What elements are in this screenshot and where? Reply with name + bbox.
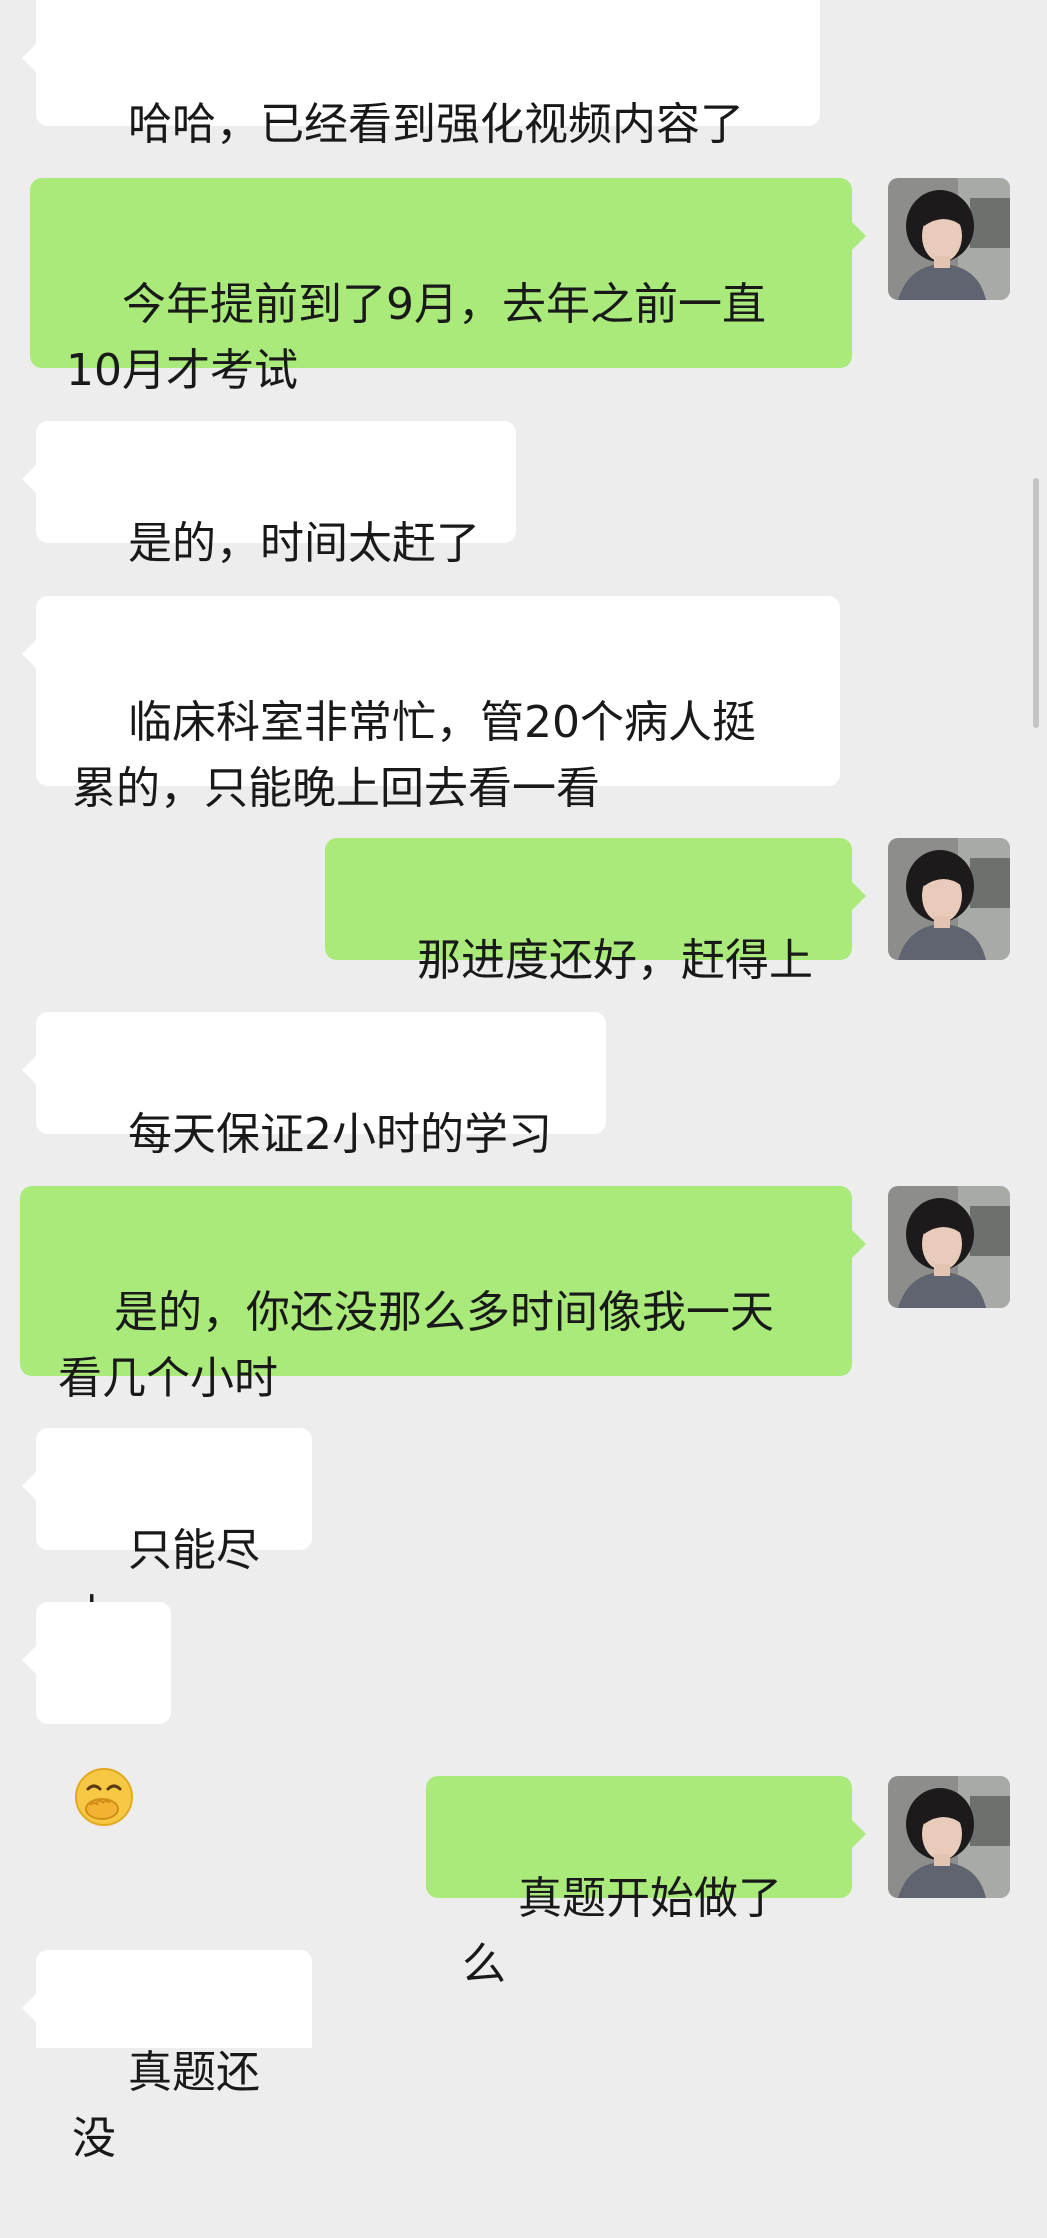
incoming-emoji-bubble[interactable] — [22, 1602, 171, 1826]
incoming-message-bubble[interactable]: 是的，时间太赶了 — [22, 421, 516, 569]
outgoing-message-bubble[interactable]: 真题开始做了么 — [426, 1776, 866, 1990]
outgoing-message-bubble[interactable]: 今年提前到了9月，去年之前一直 10月才考试 — [30, 178, 866, 396]
avatar-photo-icon — [888, 1776, 1010, 1898]
message-text: 是的，时间太赶了 — [127, 518, 480, 569]
message-text: 真题开始做了么 — [462, 1873, 782, 1990]
outgoing-message-bubble[interactable]: 那进度还好，赶得上 — [325, 838, 866, 986]
incoming-message-bubble[interactable]: 只能尽力 — [22, 1428, 312, 1642]
message-text: 是的，你还没那么多时间像我一天 看几个小时 — [58, 1287, 774, 1404]
message-text: 那进度还好，赶得上 — [416, 935, 813, 986]
avatar-photo-icon — [888, 178, 1010, 300]
avatar-photo-icon — [888, 1186, 1010, 1308]
incoming-message-bubble[interactable]: 真题还没 — [22, 1950, 312, 2164]
user-avatar[interactable] — [888, 1186, 1010, 1308]
chat-message-list[interactable]: 哈哈，已经看到强化视频内容了 今年提前到了9月，去年之前一直 10月才考试 是的… — [0, 0, 1047, 2164]
outgoing-message-bubble[interactable]: 是的，你还没那么多时间像我一天 看几个小时 — [20, 1186, 866, 1404]
avatar-photo-icon — [888, 838, 1010, 960]
incoming-message-bubble[interactable]: 哈哈，已经看到强化视频内容了 — [22, 0, 820, 150]
message-text: 临床科室非常忙，管20个病人挺 累的，只能晚上回去看一看 — [72, 697, 756, 814]
message-text: 真题还没 — [72, 2047, 260, 2164]
scrollbar-thumb[interactable] — [1033, 478, 1039, 728]
incoming-message-bubble[interactable]: 每天保证2小时的学习 — [22, 1012, 606, 1160]
user-avatar[interactable] — [888, 838, 1010, 960]
message-text: 今年提前到了9月，去年之前一直 10月才考试 — [66, 279, 766, 396]
message-text: 哈哈，已经看到强化视频内容了 — [127, 99, 744, 150]
incoming-message-bubble[interactable]: 临床科室非常忙，管20个病人挺 累的，只能晚上回去看一看 — [22, 596, 840, 814]
user-avatar[interactable] — [888, 1776, 1010, 1898]
message-text: 每天保证2小时的学习 — [127, 1109, 552, 1160]
user-avatar[interactable] — [888, 178, 1010, 300]
hand-over-mouth-face-emoji — [75, 1768, 133, 1826]
